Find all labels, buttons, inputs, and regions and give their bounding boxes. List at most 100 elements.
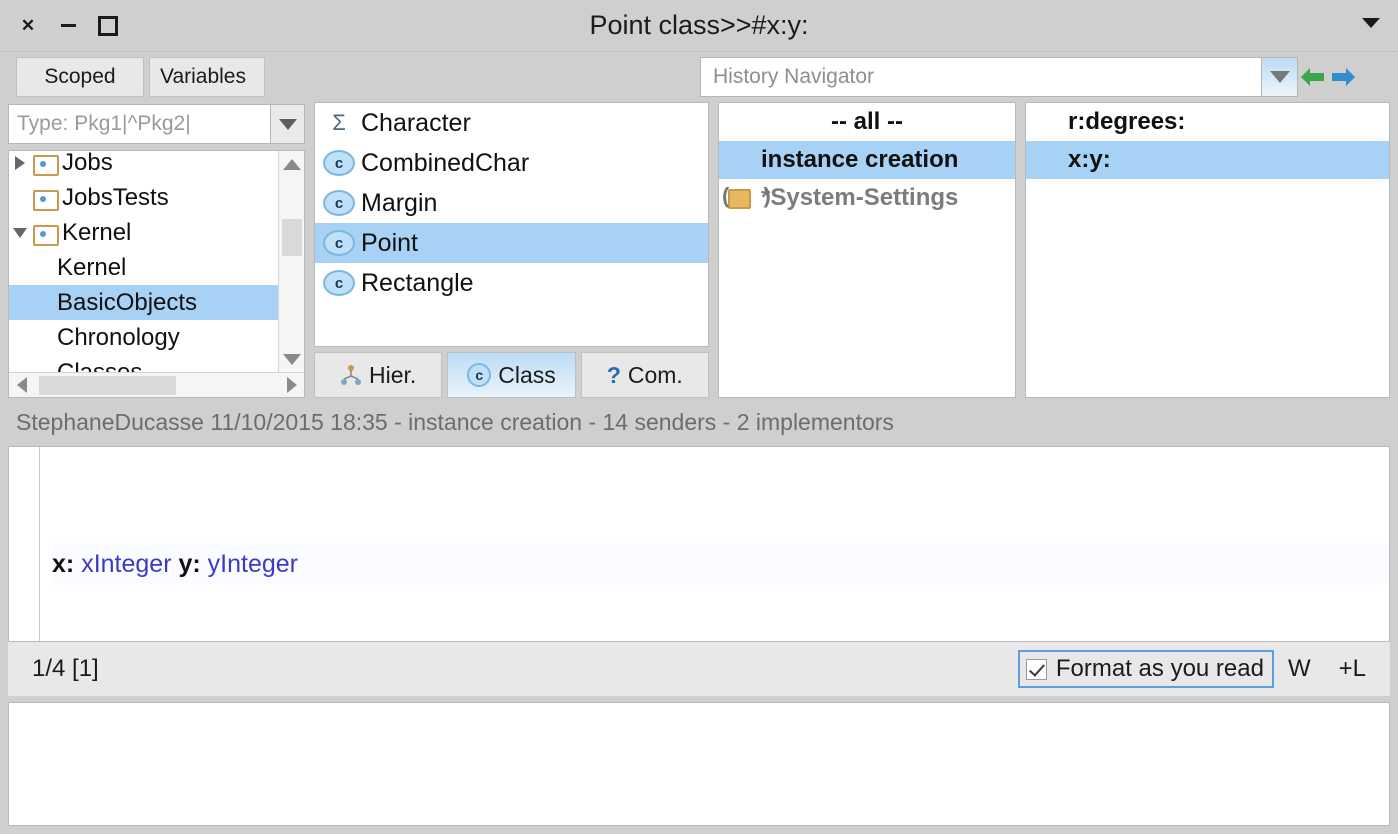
tab-label: Class bbox=[498, 361, 556, 388]
history-forward-arrow-right-icon[interactable] bbox=[1328, 57, 1358, 97]
close-icon[interactable] bbox=[18, 16, 38, 36]
tree-item-basicobjects[interactable]: BasicObjects bbox=[9, 285, 278, 320]
class-list-item-point[interactable]: c Point bbox=[315, 223, 708, 263]
hierarchy-icon bbox=[340, 364, 362, 386]
editor-gutter bbox=[9, 447, 40, 641]
toolbar: Scoped Variables History Navigator bbox=[0, 52, 1398, 102]
class-icon: c bbox=[323, 190, 355, 216]
tree-item-label: Jobs bbox=[62, 151, 113, 176]
code-line-1: x: xInteger y: yInteger bbox=[52, 543, 1389, 585]
code-token-selector-x: x: bbox=[52, 550, 75, 578]
format-as-you-read-label: Format as you read bbox=[1055, 655, 1264, 682]
method-item-label: x:y: bbox=[1068, 146, 1111, 173]
question-icon: ? bbox=[606, 361, 621, 388]
tree-item-jobstests[interactable]: JobsTests bbox=[9, 180, 278, 215]
code-token-arg-xinteger: xInteger bbox=[81, 550, 172, 578]
class-icon: c bbox=[323, 150, 355, 176]
scroll-track[interactable] bbox=[34, 373, 279, 398]
method-info-bar: StephaneDucasse 11/10/2015 18:35 - insta… bbox=[0, 398, 1398, 446]
protocol-item-all[interactable]: -- all -- bbox=[719, 103, 1015, 141]
minimize-icon[interactable] bbox=[58, 16, 78, 36]
editor-status-bar: 1/4 [1] Format as you read W +L bbox=[8, 642, 1390, 696]
tree-item-kernel-child[interactable]: Kernel bbox=[9, 250, 278, 285]
status-bar-actions: Format as you read W +L bbox=[1017, 650, 1380, 688]
folder-icon bbox=[722, 183, 785, 210]
scroll-thumb[interactable] bbox=[281, 219, 302, 257]
folder-icon bbox=[31, 153, 59, 176]
class-list-item-label: Rectangle bbox=[361, 268, 474, 297]
variables-button[interactable]: Variables bbox=[149, 57, 265, 97]
package-filter-input[interactable]: Type: Pkg1|^Pkg2| bbox=[8, 104, 271, 144]
window-menu-chevron-down-icon[interactable] bbox=[1362, 18, 1380, 28]
tab-label: Hier. bbox=[369, 361, 417, 388]
class-list-item-margin[interactable]: c Margin bbox=[315, 183, 708, 223]
package-filter-chevron-down-icon[interactable] bbox=[271, 104, 305, 144]
tree-item-jobs[interactable]: Jobs bbox=[9, 151, 278, 180]
tree-item-chronology[interactable]: Chronology bbox=[9, 320, 278, 355]
class-list-item-rectangle[interactable]: c Rectangle bbox=[315, 263, 708, 303]
class-list-item-label: Margin bbox=[361, 188, 438, 217]
editor-code-area[interactable]: x: xInteger y: yInteger "Answer an insta… bbox=[40, 447, 1389, 641]
scroll-right-icon[interactable] bbox=[279, 373, 304, 398]
tree-item-label: Kernel bbox=[57, 253, 127, 281]
class-list-item-label: Point bbox=[361, 228, 418, 257]
tree-item-label: Kernel bbox=[62, 218, 132, 246]
code-token-selector-y: y: bbox=[178, 550, 201, 578]
protocols-pane: -- all -- instance creation *System-Sett… bbox=[718, 102, 1016, 398]
history-navigator: History Navigator bbox=[700, 57, 1358, 97]
package-tree-list: Jobs JobsTests Kernel Kernel BasicObject… bbox=[9, 151, 278, 372]
class-icon: c bbox=[467, 363, 492, 387]
scoped-button[interactable]: Scoped bbox=[16, 57, 144, 97]
protocol-item-label: *System-Settings bbox=[761, 184, 959, 211]
code-editor[interactable]: x: xInteger y: yInteger "Answer an insta… bbox=[8, 446, 1390, 642]
window-root: Point class>>#x:y: Scoped Variables Hist… bbox=[0, 0, 1398, 834]
title-bar: Point class>>#x:y: bbox=[0, 0, 1398, 52]
bottom-output-pane[interactable] bbox=[8, 702, 1390, 826]
method-item-r-degrees[interactable]: r:degrees: bbox=[1026, 103, 1389, 141]
sigma-icon: Σ bbox=[332, 110, 346, 135]
history-dropdown-chevron-down-icon[interactable] bbox=[1262, 57, 1298, 97]
class-list-item-character[interactable]: Σ Character bbox=[315, 103, 708, 143]
page-title: Point class>>#x:y: bbox=[589, 10, 809, 40]
packages-pane: Type: Pkg1|^Pkg2| Jobs JobsTests Kernel … bbox=[8, 102, 305, 398]
folder-icon bbox=[31, 188, 59, 211]
wrap-button[interactable]: W bbox=[1274, 655, 1325, 683]
class-list-item-label: Character bbox=[361, 108, 471, 137]
package-tree-horizontal-scrollbar[interactable] bbox=[9, 372, 304, 397]
tree-item-classes[interactable]: Classes bbox=[9, 355, 278, 373]
class-list-item-label: CombinedChar bbox=[361, 148, 530, 177]
scroll-track[interactable] bbox=[279, 177, 305, 346]
class-list-item-combinedchar[interactable]: c CombinedChar bbox=[315, 143, 708, 183]
add-line-button[interactable]: +L bbox=[1325, 655, 1380, 683]
tree-item-label: Chronology bbox=[57, 323, 180, 351]
twisty-expanded-icon[interactable] bbox=[9, 228, 31, 238]
scroll-left-icon[interactable] bbox=[9, 373, 34, 398]
method-item-x-y[interactable]: x:y: bbox=[1026, 141, 1389, 179]
class-icon: c bbox=[323, 270, 355, 296]
protocol-item-label: instance creation bbox=[761, 146, 959, 173]
tab-hierarchy[interactable]: Hier. bbox=[314, 352, 443, 398]
tree-item-kernel[interactable]: Kernel bbox=[9, 215, 278, 250]
scroll-thumb[interactable] bbox=[38, 375, 177, 395]
protocol-item-instance-creation[interactable]: instance creation bbox=[719, 141, 1015, 179]
tree-item-label: BasicObjects bbox=[57, 288, 198, 316]
browser-panes: Type: Pkg1|^Pkg2| Jobs JobsTests Kernel … bbox=[0, 102, 1398, 398]
methods-pane: r:degrees: x:y: bbox=[1025, 102, 1390, 398]
maximize-icon[interactable] bbox=[98, 16, 118, 36]
history-navigator-input[interactable]: History Navigator bbox=[700, 57, 1262, 97]
folder-icon bbox=[31, 223, 59, 246]
tab-class[interactable]: c Class bbox=[447, 352, 576, 398]
protocol-item-system-settings[interactable]: *System-Settings bbox=[719, 179, 1015, 217]
twisty-collapsed-icon[interactable] bbox=[9, 156, 31, 170]
package-tree-vertical-scrollbar[interactable] bbox=[278, 151, 304, 372]
history-back-arrow-left-icon[interactable] bbox=[1298, 57, 1328, 97]
checkbox-checked-icon[interactable] bbox=[1025, 658, 1047, 680]
window-controls bbox=[0, 16, 118, 36]
format-as-you-read-checkbox[interactable]: Format as you read bbox=[1017, 650, 1274, 688]
tab-label: Com. bbox=[627, 361, 683, 388]
tab-comment[interactable]: ? Com. bbox=[580, 352, 709, 398]
cursor-position-indicator: 1/4 [1] bbox=[32, 655, 99, 682]
protocol-item-label: -- all -- bbox=[831, 108, 903, 135]
scroll-up-icon[interactable] bbox=[279, 151, 305, 177]
scroll-down-icon[interactable] bbox=[279, 346, 305, 372]
